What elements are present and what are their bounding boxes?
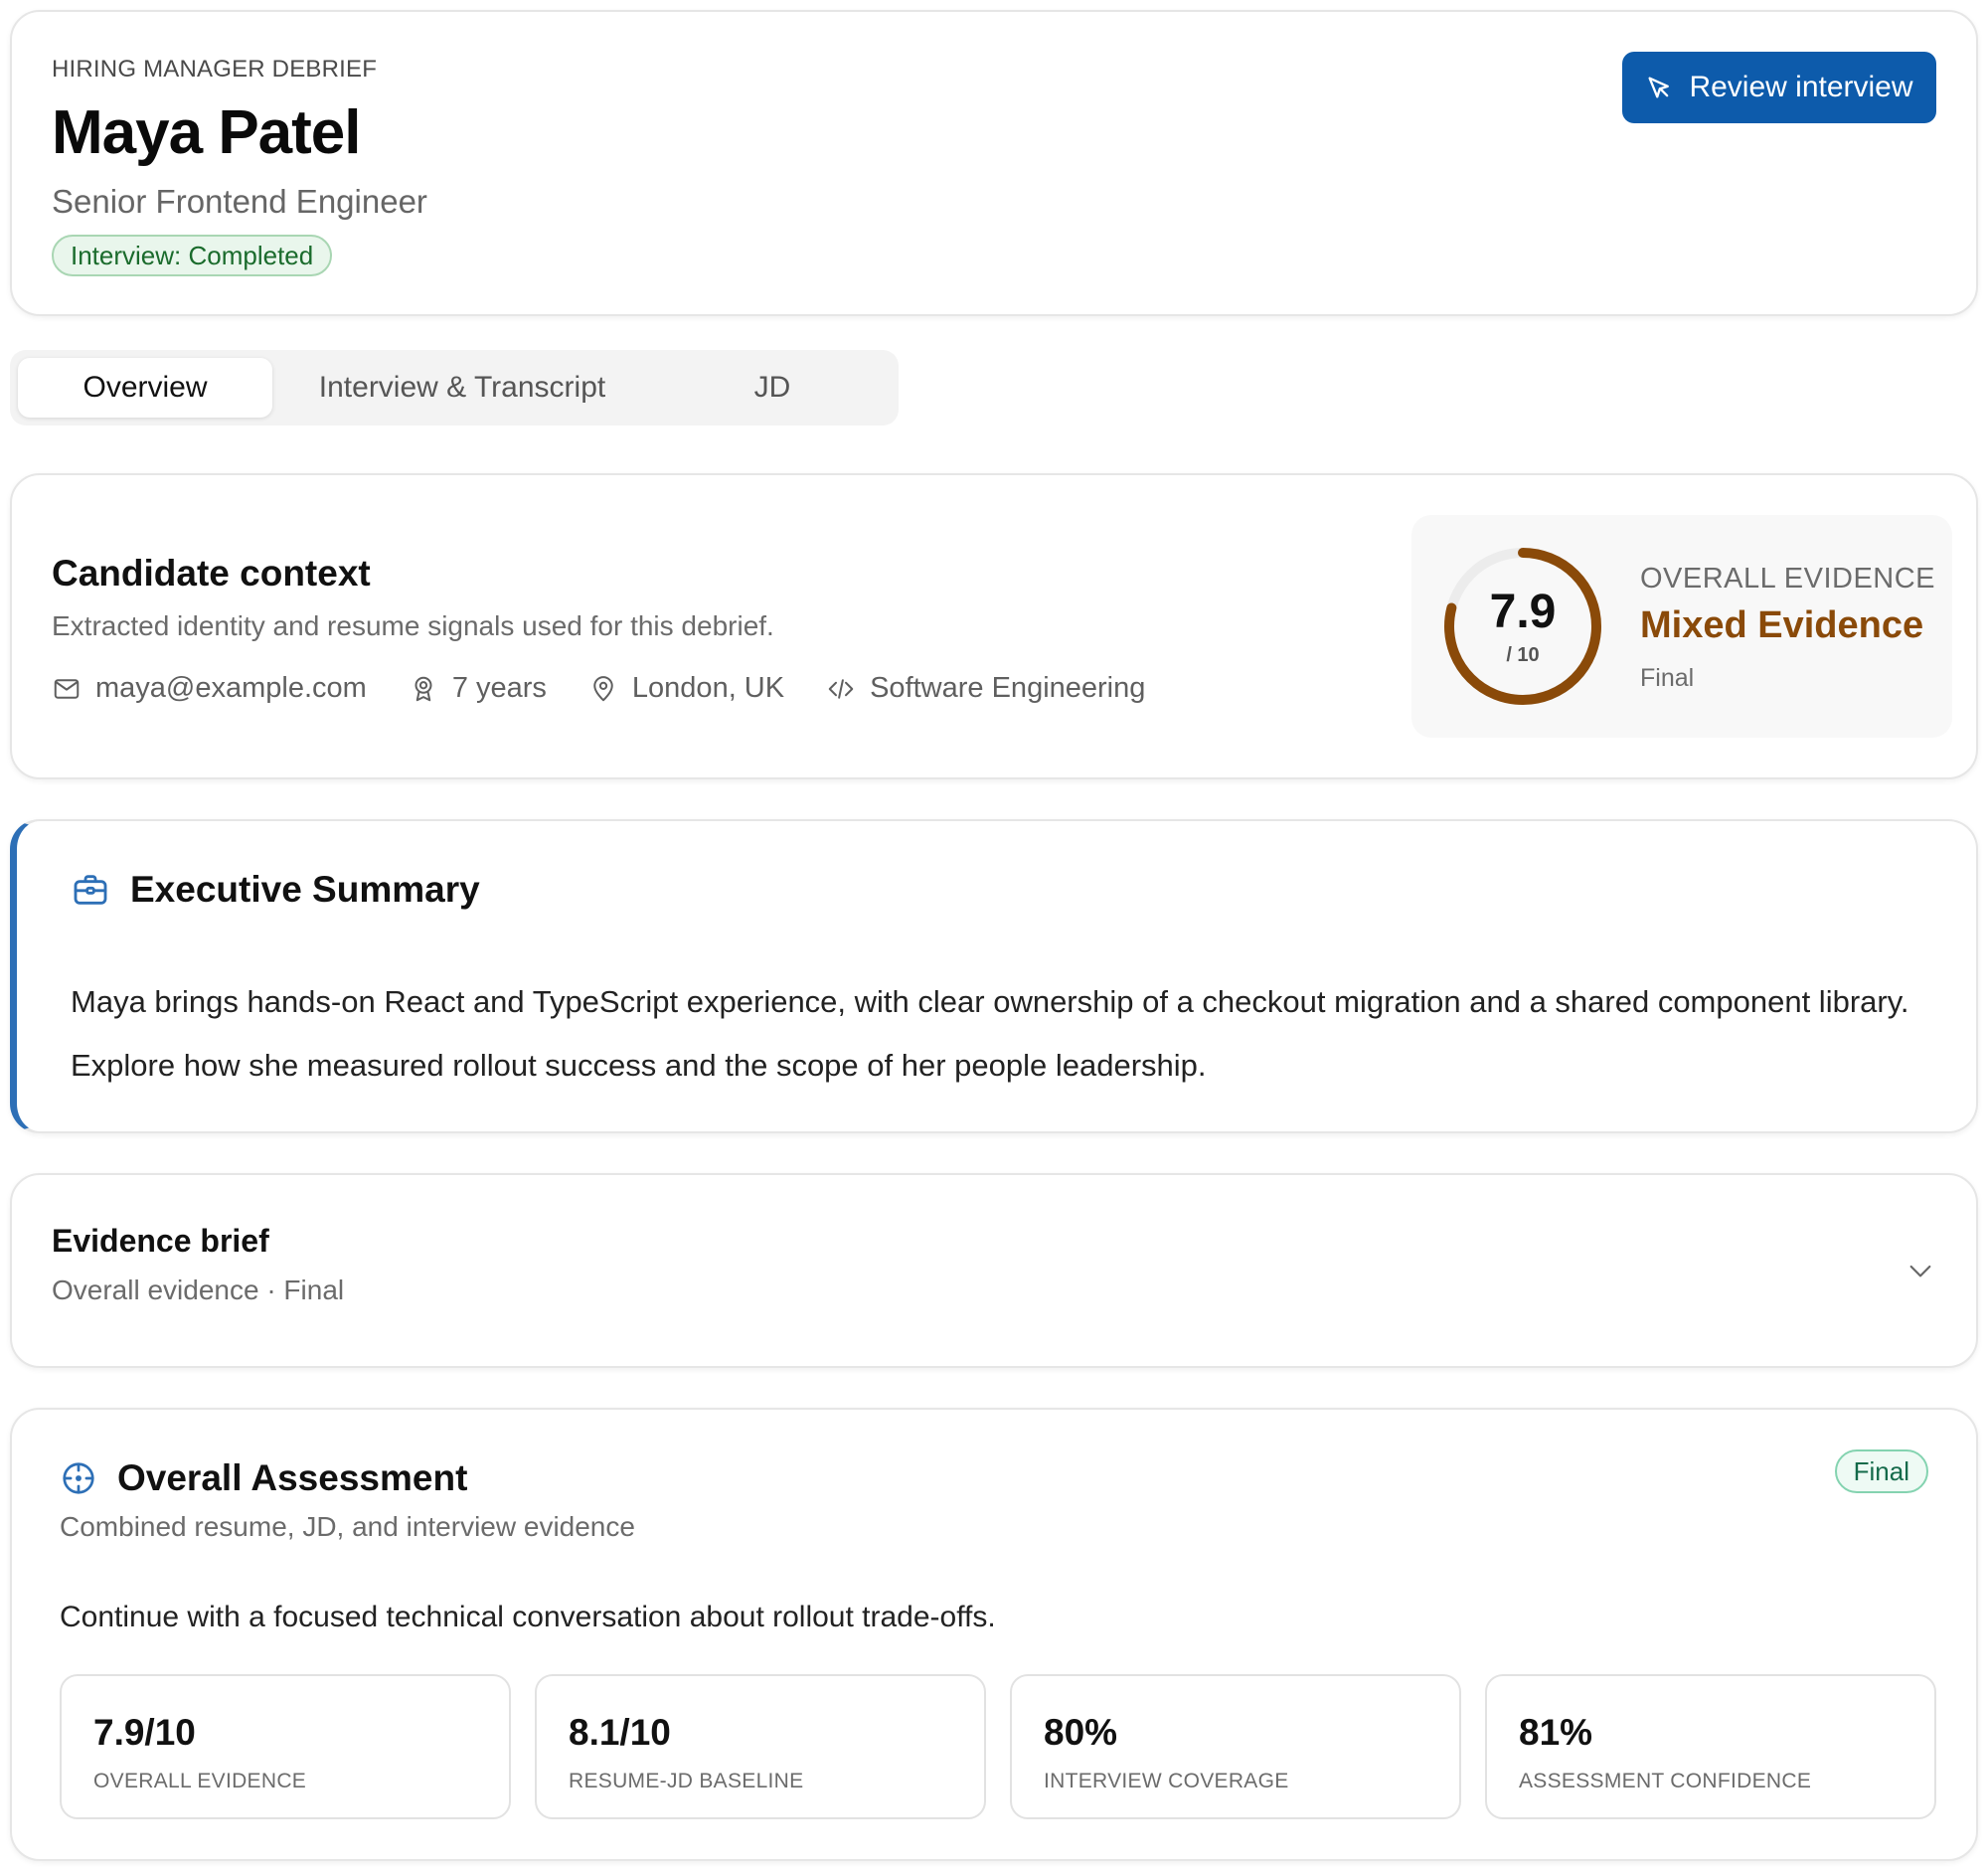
candidate-context-title: Candidate context <box>52 553 371 594</box>
overall-evidence-panel: 7.9 / 10 OVERALL EVIDENCE Mixed Evidence… <box>1411 515 1952 738</box>
meta-location: London, UK <box>588 672 784 705</box>
executive-summary-card: Executive Summary Maya brings hands-on R… <box>10 819 1978 1133</box>
metric-value: 7.9/10 <box>93 1712 196 1753</box>
code-icon <box>828 678 854 699</box>
metric-value: 8.1/10 <box>569 1712 671 1753</box>
review-interview-label: Review interview <box>1689 71 1913 103</box>
meta-location-text: London, UK <box>631 672 785 704</box>
crosshair-icon <box>63 1462 94 1494</box>
review-interview-button[interactable]: Review interview <box>1622 52 1936 123</box>
candidate-header-card: HIRING MANAGER DEBRIEF Maya Patel Senior… <box>10 10 1978 316</box>
evidence-brief-card[interactable]: Evidence brief Overall evidence · Final <box>10 1173 1978 1368</box>
meta-email: maya@example.com <box>52 672 367 705</box>
candidate-name: Maya Patel <box>52 98 362 167</box>
candidate-context-subtitle: Extracted identity and resume signals us… <box>52 610 774 641</box>
evidence-brief-title: Evidence brief <box>52 1223 269 1259</box>
overall-assessment-subtitle: Combined resume, JD, and interview evide… <box>60 1511 635 1542</box>
overall-evidence-verdict: Mixed Evidence <box>1640 604 1924 646</box>
interview-status-badge: Interview: Completed <box>52 235 333 276</box>
metric-value: 80% <box>1044 1712 1118 1753</box>
candidate-context-card: Candidate context Extracted identity and… <box>10 473 1978 779</box>
briefcase-icon <box>74 875 107 905</box>
overall-assessment-title: Overall Assessment <box>117 1457 468 1498</box>
meta-discipline-text: Software Engineering <box>870 672 1146 704</box>
evidence-score-max: / 10 <box>1506 644 1540 666</box>
metric-label: ASSESSMENT CONFIDENCE <box>1519 1770 1812 1792</box>
overall-assessment-card: Overall Assessment Combined resume, JD, … <box>10 1408 1978 1861</box>
metric-card-overall-evidence: 7.9/10 OVERALL EVIDENCE <box>60 1674 511 1819</box>
metric-value: 81% <box>1519 1712 1593 1753</box>
executive-summary-header: Executive Summary <box>71 869 480 911</box>
assessment-metrics: 7.9/10 OVERALL EVIDENCE 8.1/10 RESUME-JD… <box>60 1674 1936 1819</box>
meta-discipline: Software Engineering <box>826 672 1145 705</box>
page-eyebrow: HIRING MANAGER DEBRIEF <box>52 56 378 83</box>
meta-experience: 7 years <box>409 672 547 705</box>
metric-card-assessment-confidence: 81% ASSESSMENT CONFIDENCE <box>1485 1674 1936 1819</box>
evidence-score-value: 7.9 <box>1489 586 1557 638</box>
map-pin-icon <box>593 675 613 701</box>
metric-label: INTERVIEW COVERAGE <box>1044 1770 1289 1792</box>
overall-assessment-header: Overall Assessment <box>60 1457 467 1499</box>
metric-label: RESUME-JD BASELINE <box>569 1770 804 1792</box>
executive-summary-text: Maya brings hands-on React and TypeScrip… <box>71 984 1909 1083</box>
tab-bar: Overview Interview & Transcript JD <box>10 350 899 425</box>
assessment-final-badge: Final <box>1834 1449 1928 1493</box>
metric-card-resume-jd-baseline: 8.1/10 RESUME-JD BASELINE <box>535 1674 986 1819</box>
meta-email-text: maya@example.com <box>95 672 367 704</box>
metric-card-interview-coverage: 80% INTERVIEW COVERAGE <box>1010 1674 1461 1819</box>
overall-evidence-state: Final <box>1640 664 1695 692</box>
candidate-meta-row: maya@example.com 7 years London, UK Soft… <box>52 672 1187 705</box>
candidate-role: Senior Frontend Engineer <box>52 183 427 220</box>
mail-icon <box>54 678 80 699</box>
overall-evidence-label: OVERALL EVIDENCE <box>1640 563 1936 595</box>
executive-summary-title: Executive Summary <box>130 869 480 910</box>
tab-interview-transcript[interactable]: Interview & Transcript <box>288 358 636 418</box>
meta-experience-text: 7 years <box>451 672 547 704</box>
tab-overview[interactable]: Overview <box>18 358 272 418</box>
assessment-recommendation: Continue with a focused technical conver… <box>60 1601 996 1633</box>
award-icon <box>414 676 432 701</box>
tab-jd[interactable]: JD <box>646 358 899 418</box>
cursor-click-icon <box>1648 77 1670 98</box>
evidence-brief-subtitle: Overall evidence · Final <box>52 1275 345 1305</box>
chevron-down-icon[interactable] <box>1905 1255 1936 1286</box>
metric-label: OVERALL EVIDENCE <box>93 1770 307 1792</box>
